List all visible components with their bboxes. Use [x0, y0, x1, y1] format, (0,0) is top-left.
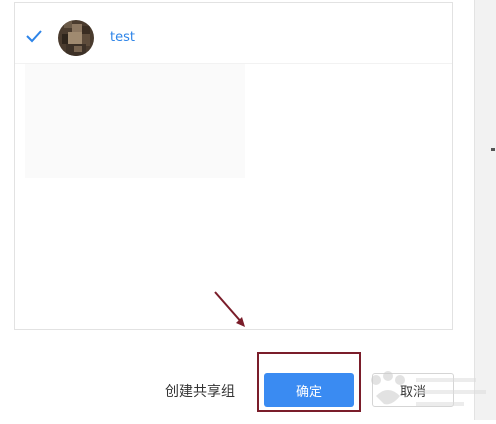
avatar [58, 20, 94, 56]
annotation-highlight-box [257, 352, 361, 412]
member-name: test [110, 30, 135, 45]
background-mark [491, 148, 495, 151]
background-window-edge [474, 0, 496, 420]
annotation-arrow-icon [205, 286, 255, 336]
create-group-link[interactable]: 创建共享组 [165, 381, 235, 401]
watermark-logo-icon [362, 366, 496, 420]
share-dialog: test 创建共享组 确定 取消 [0, 0, 474, 420]
checkmark-icon [25, 27, 43, 45]
member-list: test [14, 2, 453, 330]
list-placeholder-area [25, 63, 245, 178]
list-item[interactable]: test [15, 13, 452, 64]
